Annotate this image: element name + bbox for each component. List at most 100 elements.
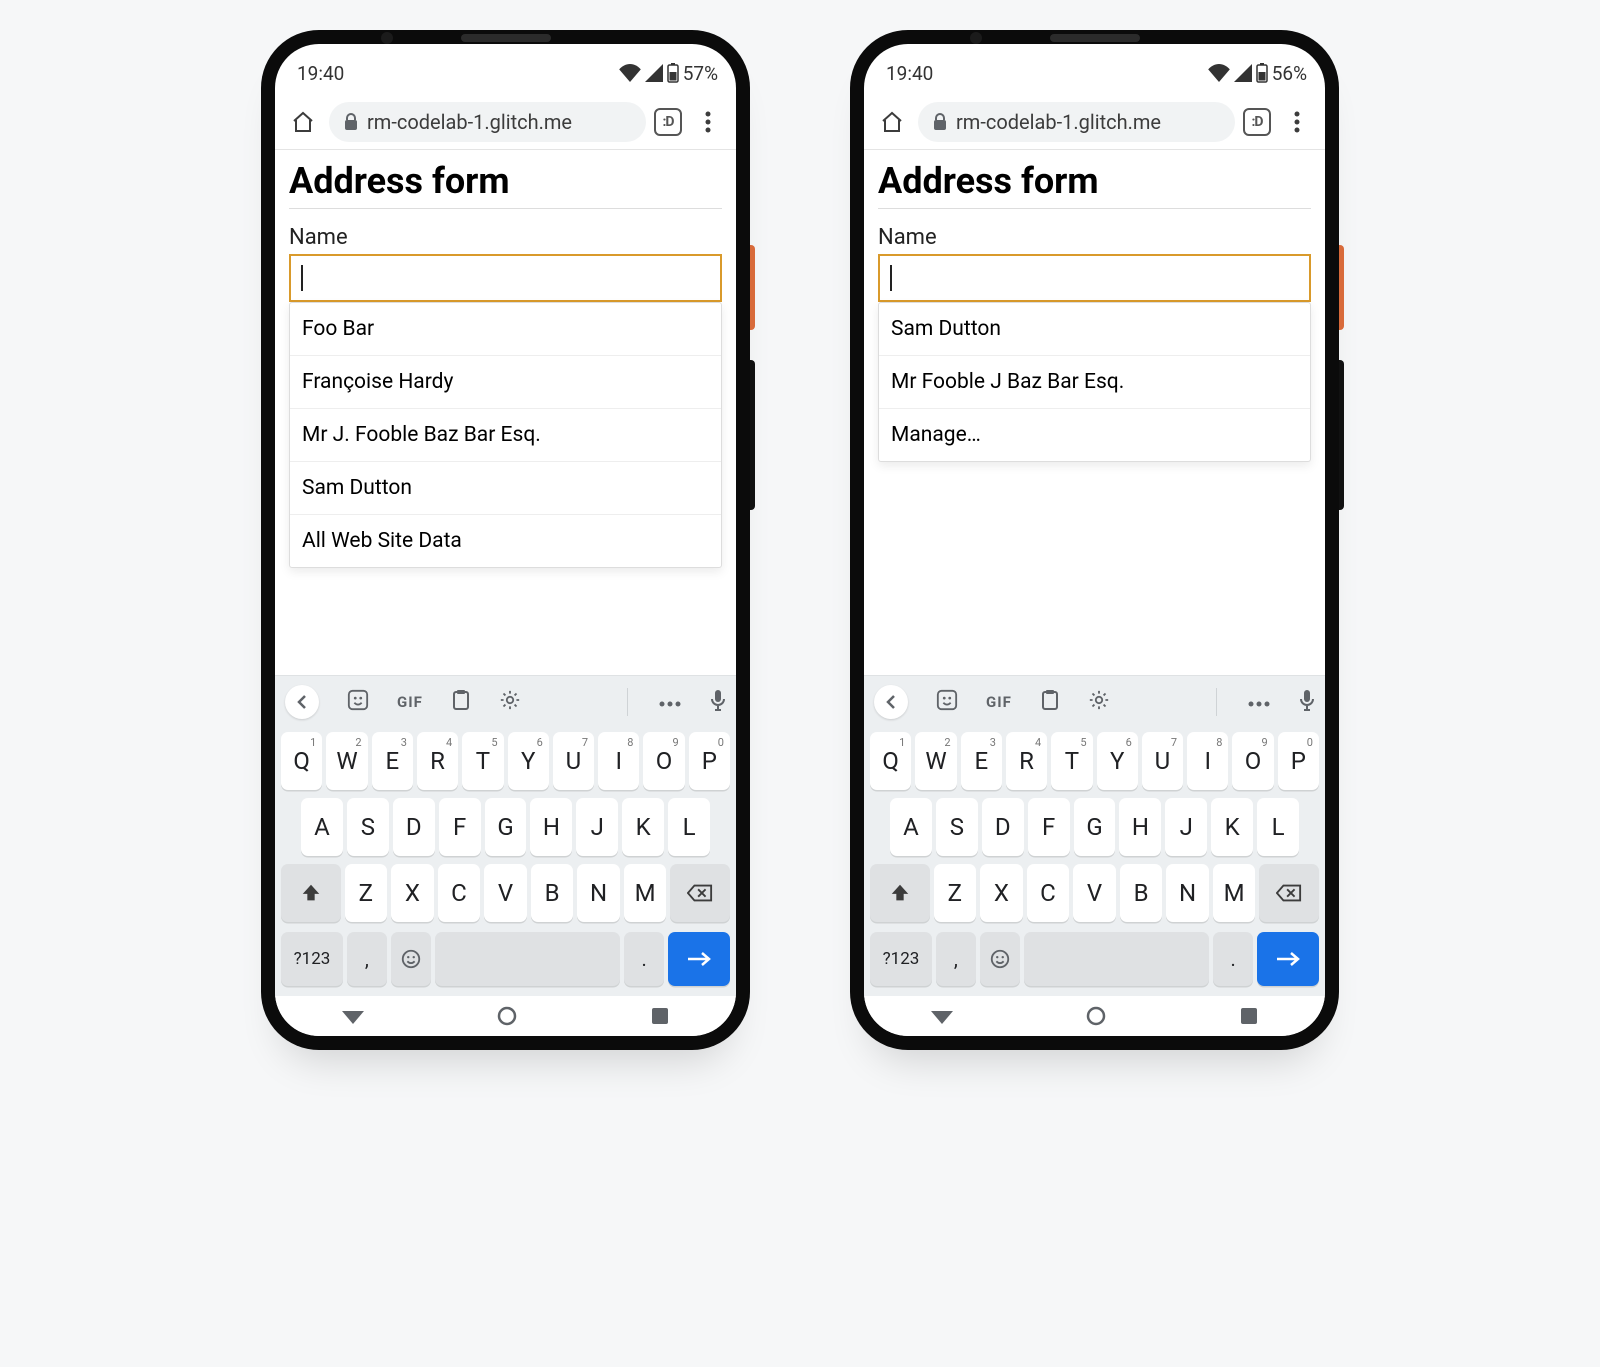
key-p[interactable]: P0 <box>1278 732 1319 790</box>
key-h[interactable]: H <box>1119 798 1161 856</box>
key-enter[interactable] <box>1257 932 1319 986</box>
nav-home[interactable] <box>1086 1006 1106 1026</box>
home-button[interactable] <box>874 110 910 134</box>
key-f[interactable]: F <box>439 798 481 856</box>
key-m[interactable]: M <box>624 864 667 922</box>
key-n[interactable]: N <box>1166 864 1209 922</box>
suggest-item[interactable]: All Web Site Data <box>290 515 721 567</box>
kbd-collapse[interactable] <box>285 685 319 719</box>
overflow-menu[interactable] <box>1279 111 1315 133</box>
key-shift[interactable] <box>281 864 341 922</box>
power-button[interactable] <box>750 245 755 330</box>
nav-home[interactable] <box>497 1006 517 1026</box>
key-v[interactable]: V <box>484 864 527 922</box>
key-e[interactable]: E3 <box>961 732 1002 790</box>
key-backspace[interactable] <box>1259 864 1319 922</box>
sticker-button[interactable] <box>936 689 958 715</box>
key-c[interactable]: C <box>438 864 481 922</box>
key-emoji[interactable] <box>980 932 1020 986</box>
key-b[interactable]: B <box>531 864 574 922</box>
key-o[interactable]: O9 <box>1232 732 1273 790</box>
key-shift[interactable] <box>870 864 930 922</box>
nav-back[interactable] <box>931 1008 953 1024</box>
key-emoji[interactable] <box>391 932 431 986</box>
key-f[interactable]: F <box>1028 798 1070 856</box>
key-v[interactable]: V <box>1073 864 1116 922</box>
key-d[interactable]: D <box>982 798 1024 856</box>
overflow-menu[interactable] <box>690 111 726 133</box>
key-c[interactable]: C <box>1027 864 1070 922</box>
more-button[interactable] <box>658 693 682 712</box>
key-t[interactable]: T5 <box>462 732 503 790</box>
key-y[interactable]: Y6 <box>1097 732 1138 790</box>
tab-switcher[interactable]: :D <box>1243 108 1271 136</box>
key-u[interactable]: U7 <box>1142 732 1183 790</box>
key-r[interactable]: R4 <box>417 732 458 790</box>
volume-button[interactable] <box>1339 360 1344 510</box>
key-j[interactable]: J <box>1165 798 1207 856</box>
home-button[interactable] <box>285 110 321 134</box>
key-o[interactable]: O9 <box>643 732 684 790</box>
mic-button[interactable] <box>710 689 726 715</box>
omnibox[interactable]: rm-codelab-1.glitch.me <box>329 102 646 142</box>
omnibox[interactable]: rm-codelab-1.glitch.me <box>918 102 1235 142</box>
nav-recents[interactable] <box>1240 1007 1258 1025</box>
nav-recents[interactable] <box>651 1007 669 1025</box>
key-e[interactable]: E3 <box>372 732 413 790</box>
key-l[interactable]: L <box>1257 798 1299 856</box>
gif-button[interactable]: GIF <box>986 693 1012 711</box>
gif-button[interactable]: GIF <box>397 693 423 711</box>
key-k[interactable]: K <box>622 798 664 856</box>
key-space[interactable] <box>435 932 621 986</box>
key-q[interactable]: Q1 <box>281 732 322 790</box>
settings-button[interactable] <box>499 689 521 715</box>
key-period[interactable]: . <box>1213 932 1253 986</box>
key-a[interactable]: A <box>890 798 932 856</box>
key-symbols[interactable]: ?123 <box>281 932 343 986</box>
key-u[interactable]: U7 <box>553 732 594 790</box>
key-b[interactable]: B <box>1120 864 1163 922</box>
suggest-item[interactable]: Mr Fooble J Baz Bar Esq. <box>879 356 1310 409</box>
key-k[interactable]: K <box>1211 798 1253 856</box>
power-button[interactable] <box>1339 245 1344 330</box>
more-button[interactable] <box>1247 693 1271 712</box>
key-x[interactable]: X <box>980 864 1023 922</box>
key-r[interactable]: R4 <box>1006 732 1047 790</box>
key-period[interactable]: . <box>624 932 664 986</box>
key-l[interactable]: L <box>668 798 710 856</box>
key-n[interactable]: N <box>577 864 620 922</box>
mic-button[interactable] <box>1299 689 1315 715</box>
key-g[interactable]: G <box>1074 798 1116 856</box>
key-m[interactable]: M <box>1213 864 1256 922</box>
key-h[interactable]: H <box>530 798 572 856</box>
key-i[interactable]: I8 <box>1187 732 1228 790</box>
key-y[interactable]: Y6 <box>508 732 549 790</box>
suggest-item[interactable]: Manage… <box>879 409 1310 461</box>
key-z[interactable]: Z <box>934 864 977 922</box>
suggest-item[interactable]: Sam Dutton <box>290 462 721 515</box>
key-w[interactable]: W2 <box>326 732 367 790</box>
key-s[interactable]: S <box>936 798 978 856</box>
tab-switcher[interactable]: :D <box>654 108 682 136</box>
key-x[interactable]: X <box>391 864 434 922</box>
key-enter[interactable] <box>668 932 730 986</box>
nav-back[interactable] <box>342 1008 364 1024</box>
key-symbols[interactable]: ?123 <box>870 932 932 986</box>
key-backspace[interactable] <box>670 864 730 922</box>
key-t[interactable]: T5 <box>1051 732 1092 790</box>
key-g[interactable]: G <box>485 798 527 856</box>
key-d[interactable]: D <box>393 798 435 856</box>
sticker-button[interactable] <box>347 689 369 715</box>
key-j[interactable]: J <box>576 798 618 856</box>
name-input[interactable] <box>289 254 722 302</box>
key-q[interactable]: Q1 <box>870 732 911 790</box>
key-i[interactable]: I8 <box>598 732 639 790</box>
clipboard-button[interactable] <box>451 689 471 715</box>
clipboard-button[interactable] <box>1040 689 1060 715</box>
key-p[interactable]: P0 <box>689 732 730 790</box>
key-comma[interactable]: , <box>347 932 387 986</box>
name-input[interactable] <box>878 254 1311 302</box>
key-a[interactable]: A <box>301 798 343 856</box>
suggest-item[interactable]: Mr J. Fooble Baz Bar Esq. <box>290 409 721 462</box>
suggest-item[interactable]: Françoise Hardy <box>290 356 721 409</box>
